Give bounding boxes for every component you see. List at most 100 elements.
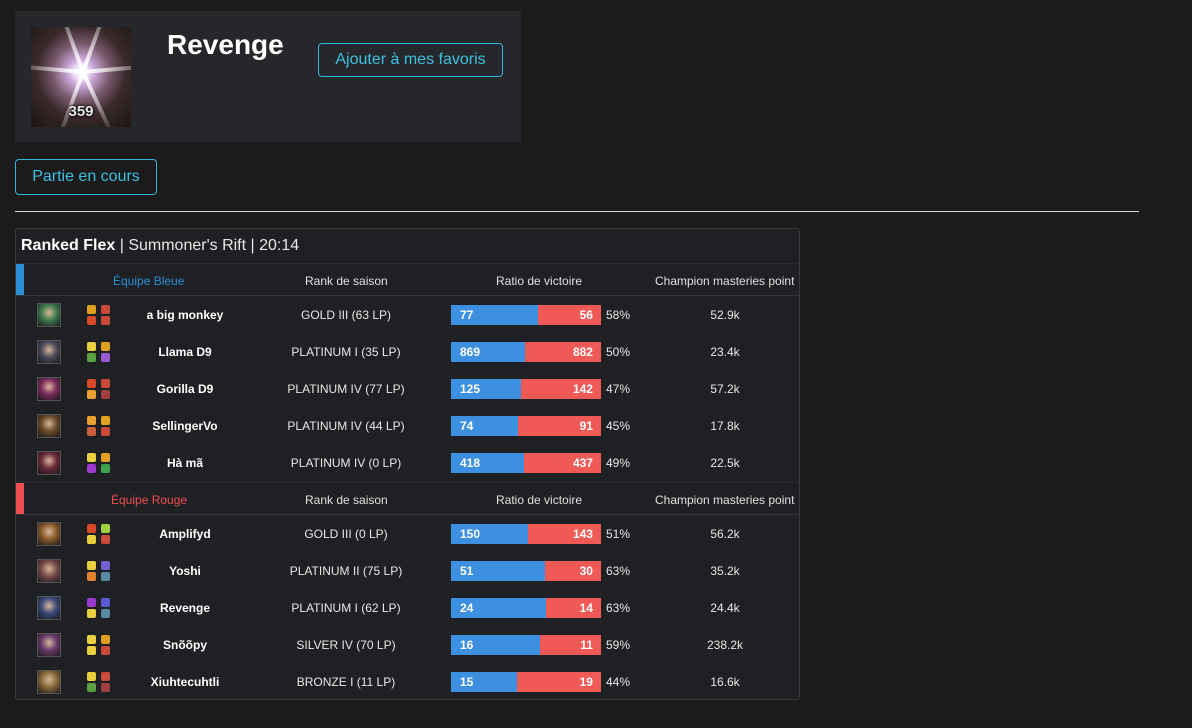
winrate-bar: 150 143 [451,524,601,544]
player-name[interactable]: Hà mã [140,456,230,470]
column-winrate: Ratio de victoire [496,493,583,507]
player-row: Amplifyd GOLD III (0 LP) 150 143 51% 56.2k [16,515,799,552]
winrate-percent: 47% [606,382,631,396]
champion-icon[interactable] [37,596,61,620]
player-row: Llama D9 PLATINUM I (35 LP) 869 882 50% 23.4k [16,333,799,370]
team-name: Équipe Bleue [113,274,185,288]
player-name[interactable]: a big monkey [140,308,230,322]
winrate-bar: 24 14 [451,598,601,618]
season-rank: GOLD III (63 LP) [300,308,392,322]
losses-count: 14 [545,598,601,618]
champion-icon[interactable] [37,377,61,401]
losses-count: 91 [518,416,601,436]
game-duration: 20:14 [259,237,300,254]
summoner-spell-icon [87,672,96,681]
rune-icon [101,646,110,655]
match-separator: | [115,237,129,254]
column-mastery: Champion masteries point [655,274,795,288]
winrate-percent: 58% [606,308,631,322]
winrate-percent: 63% [606,601,631,615]
player-row: Yoshi PLATINUM II (75 LP) 51 30 63% 35.2k [16,552,799,589]
winrate-bar: 418 437 [451,453,601,473]
rune-icon [101,427,110,436]
mastery-points: 16.6k [710,675,740,689]
rune-icon [101,598,110,607]
losses-count: 30 [545,561,601,581]
mastery-points: 24.4k [710,601,740,615]
player-name[interactable]: Yoshi [140,564,230,578]
rune-icon [101,683,110,692]
rune-icon [101,572,110,581]
losses-count: 437 [524,453,601,473]
rune-icon [101,316,110,325]
player-name[interactable]: Gorilla D9 [140,382,230,396]
divider [15,211,1139,212]
winrate-bar: 125 142 [451,379,601,399]
champion-icon[interactable] [37,451,61,475]
rune-icon [101,609,110,618]
player-row: Snõõpy SILVER IV (70 LP) 16 11 59% 238.2k [16,626,799,663]
summoner-spell-icon [87,524,96,533]
wins-count: 51 [451,561,546,581]
winrate-bar: 74 91 [451,416,601,436]
player-name[interactable]: Llama D9 [140,345,230,359]
winrate-percent: 45% [606,419,631,433]
winrate-bar: 51 30 [451,561,601,581]
winrate-percent: 59% [606,638,631,652]
wins-count: 16 [451,635,540,655]
player-name[interactable]: Revenge [140,601,230,615]
rune-icon [101,379,110,388]
player-name[interactable]: Xiuhtecuhtli [140,675,230,689]
season-rank: GOLD III (0 LP) [304,527,388,541]
player-name[interactable]: Amplifyd [140,527,230,541]
wins-count: 869 [451,342,526,362]
column-winrate: Ratio de victoire [496,274,583,288]
player-name[interactable]: Snõõpy [140,638,230,652]
summoner-spell-icon [87,646,96,655]
champion-icon[interactable] [37,670,61,694]
winrate-percent: 49% [606,456,631,470]
summoner-spell-icon [87,464,96,473]
losses-count: 56 [537,305,601,325]
season-rank: PLATINUM IV (77 LP) [287,382,405,396]
rune-icon [101,672,110,681]
summoner-spell-icon [87,572,96,581]
season-rank: PLATINUM I (62 LP) [291,601,401,615]
season-rank: PLATINUM II (75 LP) [289,564,403,578]
team-color-stripe [16,483,24,514]
player-name[interactable]: SellingerVo [140,419,230,433]
summoner-name: Revenge [167,29,284,60]
summoner-spell-icon [87,635,96,644]
summoner-level: 359 [68,103,94,120]
champion-icon[interactable] [37,522,61,546]
champion-icon[interactable] [37,414,61,438]
mastery-points: 57.2k [710,382,740,396]
wins-count: 125 [451,379,522,399]
wins-count: 77 [451,305,538,325]
champion-icon[interactable] [37,559,61,583]
match-separator: | [246,237,260,254]
winrate-bar: 77 56 [451,305,601,325]
summoner-spell-icon [87,427,96,436]
team-name: Équipe Rouge [111,493,188,507]
summoner-spell-icon [87,379,96,388]
match-panel: Ranked Flex | Summoner's Rift | 20:14 Éq… [15,228,800,700]
rune-icon [101,353,110,362]
losses-count: 142 [521,379,601,399]
queue-type: Ranked Flex [21,237,116,254]
column-mastery: Champion masteries point [655,493,795,507]
match-header: Ranked Flex | Summoner's Rift | 20:14 [21,237,299,255]
season-rank: PLATINUM I (35 LP) [291,345,401,359]
winrate-bar: 15 19 [451,672,601,692]
team-color-stripe [16,264,24,295]
champion-icon[interactable] [37,340,61,364]
champion-icon[interactable] [37,303,61,327]
wins-count: 24 [451,598,546,618]
season-rank: BRONZE I (11 LP) [296,675,396,689]
live-game-button[interactable]: Partie en cours [15,159,157,195]
rune-icon [101,535,110,544]
rune-icon [101,561,110,570]
rune-icon [101,635,110,644]
champion-icon[interactable] [37,633,61,657]
add-favorite-button[interactable]: Ajouter à mes favoris [318,43,503,77]
